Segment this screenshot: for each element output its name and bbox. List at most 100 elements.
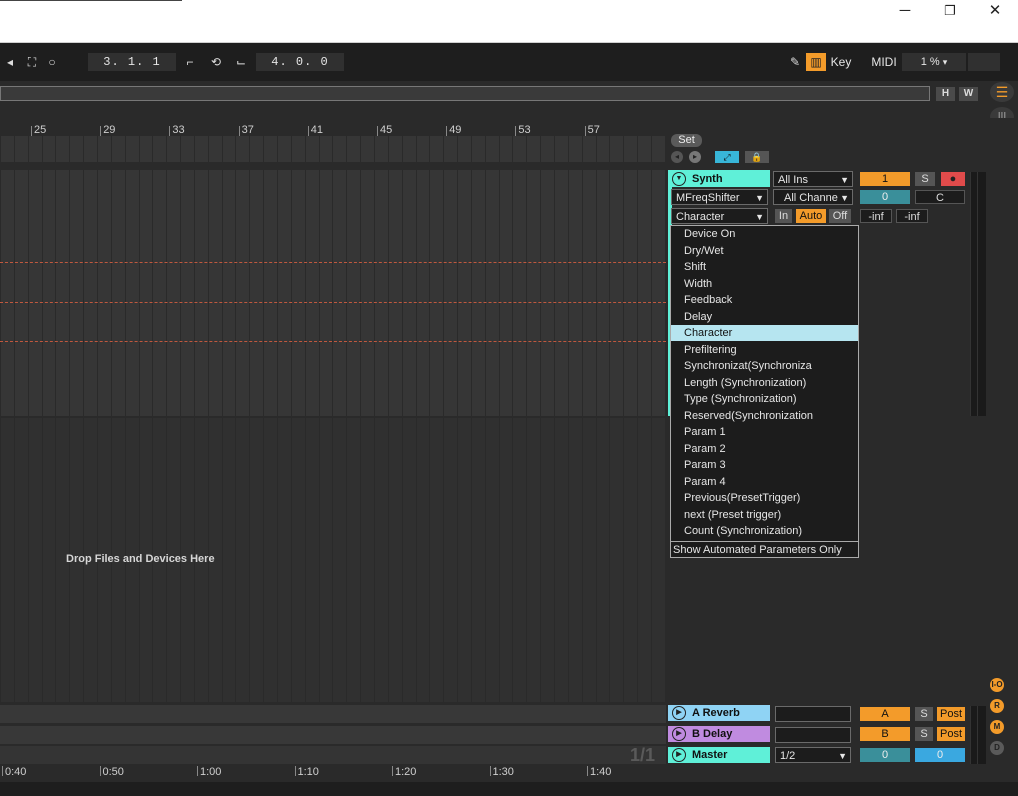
back-arrow-icon[interactable]: ◂ <box>0 53 20 71</box>
master-volume[interactable]: 0 <box>860 748 910 762</box>
monitor-in-button[interactable]: In <box>775 209 792 223</box>
device-chooser[interactable]: MFreqShifter ▼ <box>671 189 768 205</box>
parameter-menu-item[interactable]: Device On <box>671 226 858 242</box>
follow-icon[interactable]: ⤢ <box>715 151 739 163</box>
return-track-a-title[interactable]: ▶ A Reverb <box>668 705 770 721</box>
h-button[interactable]: H <box>936 87 955 101</box>
grid-line <box>249 418 251 702</box>
prev-locator-icon[interactable]: ◂ <box>671 151 683 163</box>
grid-line <box>290 418 292 702</box>
io-toggle-button[interactable]: I-O <box>990 678 1004 692</box>
return-a-solo[interactable]: S <box>915 707 933 721</box>
return-a-post[interactable]: Post <box>937 707 965 721</box>
parameter-menu-item[interactable]: Width <box>671 276 858 292</box>
arrangement-position[interactable]: 3. 1. 1 <box>88 53 176 71</box>
track-activator[interactable]: 1 <box>860 172 910 186</box>
parameter-menu-item[interactable]: Previous(PresetTrigger) <box>671 490 858 506</box>
parameter-menu-item[interactable]: Param 4 <box>671 474 858 490</box>
punch-out-icon[interactable]: ⌙ <box>231 53 251 71</box>
menu-icon[interactable]: ☰ <box>990 82 1014 102</box>
next-locator-icon[interactable]: ▸ <box>689 151 701 163</box>
delay-toggle-button[interactable]: D <box>990 741 1004 755</box>
grid-line <box>512 136 514 162</box>
track-pan[interactable]: C <box>915 190 965 204</box>
track-volume[interactable]: 0 <box>860 190 910 204</box>
draw-mode-icon[interactable]: ✎ <box>785 53 805 71</box>
parameter-menu-item[interactable]: Delay <box>671 309 858 325</box>
parameter-chooser[interactable]: Character ▼ <box>671 208 768 224</box>
master-pan[interactable]: 0 <box>915 748 965 762</box>
parameter-menu[interactable]: Show Automated Parameters Only Device On… <box>670 225 859 558</box>
parameter-menu-item[interactable]: Dry/Wet <box>671 243 858 259</box>
parameter-menu-item[interactable]: Character <box>671 325 858 341</box>
return-a-input[interactable] <box>775 706 851 722</box>
grid-line <box>263 418 265 702</box>
minimize-icon[interactable]: ─ <box>882 0 928 22</box>
loop-length[interactable]: 4. 0. 0 <box>256 53 344 71</box>
parameter-menu-item[interactable]: Param 3 <box>671 457 858 473</box>
parameter-menu-item[interactable]: Param 2 <box>671 441 858 457</box>
parameter-menu-item[interactable]: Count (Synchronization) <box>671 523 858 539</box>
parameter-menu-item[interactable]: next (Preset trigger) <box>671 507 858 523</box>
grid-line <box>609 170 611 416</box>
grid-line <box>401 170 403 416</box>
w-button[interactable]: W <box>959 87 978 101</box>
punch-in-icon[interactable]: ⌐ <box>180 53 200 71</box>
grid-line <box>96 170 98 416</box>
metronome-icon[interactable]: ○ <box>42 53 62 71</box>
fold-arrow-icon[interactable]: ▼ <box>672 172 686 186</box>
play-icon[interactable]: ▶ <box>672 748 686 762</box>
time-label: 1:00 <box>196 766 222 778</box>
loop-icon[interactable]: ⟲ <box>206 53 226 71</box>
input-channel-select[interactable]: All Channe ▼ <box>773 189 853 205</box>
grid-line <box>429 170 431 416</box>
close-icon[interactable]: ✕ <box>972 0 1018 22</box>
synth-track-lane[interactable] <box>0 170 666 416</box>
return-meter-right <box>977 706 986 764</box>
mixer-toggle-button[interactable]: M <box>990 720 1004 734</box>
synth-track-title[interactable]: ▼ Synth <box>668 171 770 187</box>
return-b-solo[interactable]: S <box>915 727 933 741</box>
return-lane-b[interactable] <box>0 726 666 744</box>
arrangement-overview[interactable] <box>0 86 930 101</box>
loop-bar[interactable] <box>0 136 666 162</box>
midi-map-button[interactable]: MIDI <box>869 53 899 71</box>
key-map-button[interactable]: Key <box>828 53 854 71</box>
arm-record-icon[interactable]: ● <box>941 172 965 186</box>
input-type-select[interactable]: All Ins ▼ <box>773 171 853 187</box>
grid-line <box>166 170 168 416</box>
parameter-menu-item[interactable]: Prefiltering <box>671 342 858 358</box>
grid-line <box>13 136 15 162</box>
parameter-menu-item[interactable]: Param 1 <box>671 424 858 440</box>
return-track-b-title[interactable]: ▶ B Delay <box>668 726 770 742</box>
punch-icon[interactable]: ⛶ <box>22 53 42 71</box>
master-lane[interactable] <box>0 746 666 764</box>
monitor-off-button[interactable]: Off <box>829 209 851 223</box>
return-b-activator[interactable]: B <box>860 727 910 741</box>
grid-line <box>581 170 583 416</box>
solo-button[interactable]: S <box>915 172 935 186</box>
set-button[interactable]: Set <box>671 134 702 147</box>
parameter-menu-item[interactable]: Type (Synchronization) <box>671 391 858 407</box>
play-icon[interactable]: ▶ <box>672 727 686 741</box>
parameter-menu-item[interactable]: Reserved(Synchronization <box>671 408 858 424</box>
return-a-activator[interactable]: A <box>860 707 910 721</box>
parameter-menu-item[interactable]: Synchronizat(Synchroniza <box>671 358 858 374</box>
show-automated-only-item[interactable]: Show Automated Parameters Only <box>671 541 858 557</box>
parameter-menu-item[interactable]: Shift <box>671 259 858 275</box>
master-output-select[interactable]: 1/2 ▼ <box>775 747 851 763</box>
return-b-input[interactable] <box>775 727 851 743</box>
return-lane-a[interactable] <box>0 705 666 723</box>
keyboard-icon[interactable]: ▥ <box>806 53 826 71</box>
restore-icon[interactable]: ❐ <box>927 0 973 22</box>
return-b-post[interactable]: Post <box>937 727 965 741</box>
monitor-auto-button[interactable]: Auto <box>796 209 826 223</box>
parameter-menu-item[interactable]: Length (Synchronization) <box>671 375 858 391</box>
lock-icon[interactable]: 🔒 <box>745 151 769 163</box>
master-track-title[interactable]: ▶ Master <box>668 747 770 763</box>
returns-toggle-button[interactable]: R <box>990 699 1004 713</box>
play-icon[interactable]: ▶ <box>672 706 686 720</box>
grid-line <box>540 170 542 416</box>
grid-line <box>595 418 597 702</box>
parameter-menu-item[interactable]: Feedback <box>671 292 858 308</box>
